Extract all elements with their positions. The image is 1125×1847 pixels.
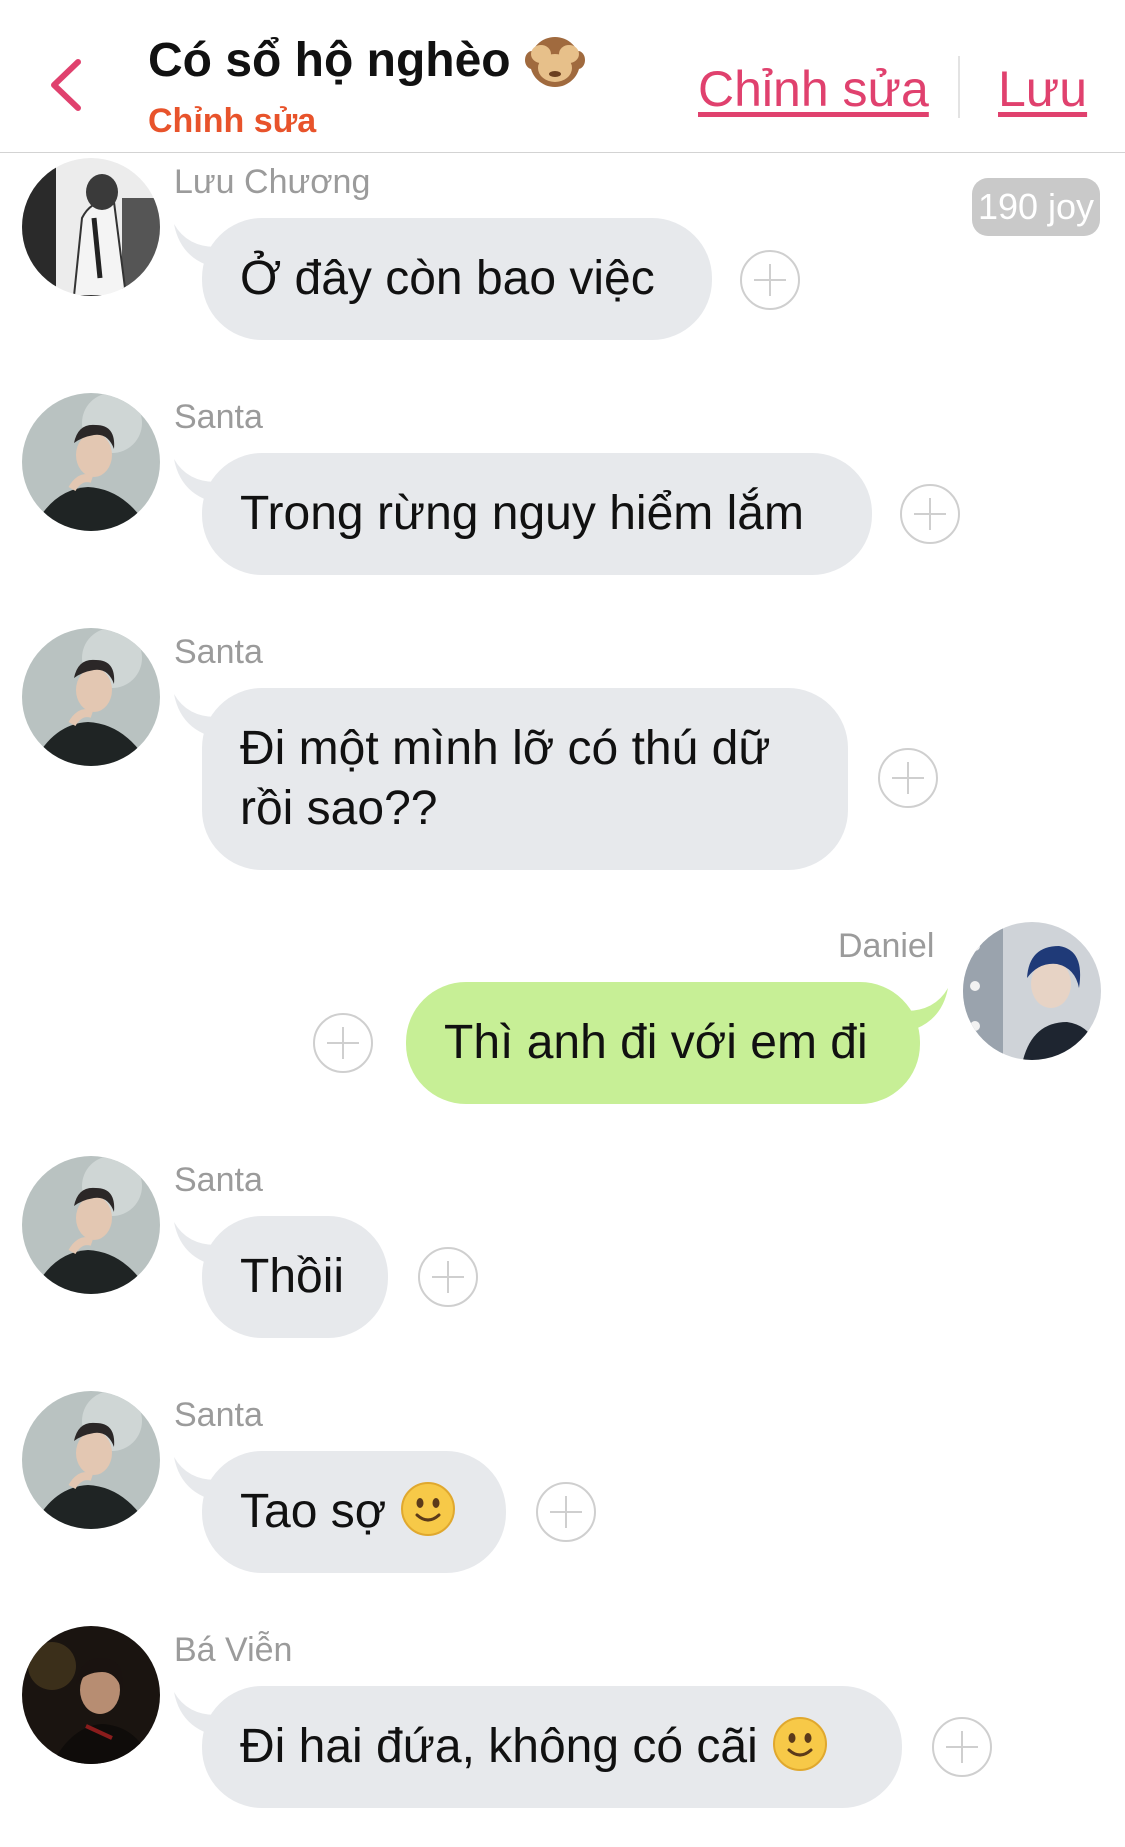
slightly-smiling-face-icon [772,1696,828,1771]
chat-header: Có sổ hộ nghèo Chỉnh sửa Chỉnh sửa Lưu [0,0,1125,153]
add-reaction-button[interactable] [932,1717,992,1777]
avatar-luu-chuong[interactable] [22,158,160,296]
avatar-santa[interactable] [22,1156,160,1294]
sender-name: Santa [174,1396,263,1434]
add-reaction-button[interactable] [313,1013,373,1073]
sender-name: Santa [174,1161,263,1199]
sender-name: Santa [174,633,263,671]
message-text-line: Đi một mình lỡ có thú dữ [240,722,771,775]
joy-badge: 190 joy [972,178,1100,236]
avatar-santa[interactable] [22,1391,160,1529]
message-text: Đi hai đứa, không có cãi [240,1720,758,1773]
back-chevron-icon[interactable] [44,56,92,114]
message-bubble: Thồii [202,1216,388,1338]
message-text: Thì anh đi với em đi [444,1016,868,1069]
message-bubble: Thì anh đi với em đi [406,982,920,1104]
avatar-santa[interactable] [22,393,160,531]
edit-button[interactable]: Chỉnh sửa [698,60,929,118]
slightly-smiling-face-icon [400,1461,456,1536]
message-text-line: rồi sao?? [240,782,438,835]
chat-title: Có sổ hộ nghèo [148,30,587,90]
see-no-evil-monkey-icon [523,30,587,90]
message-text: Ở đây còn bao việc [240,252,655,305]
sender-name: Bá Viễn [174,1631,293,1669]
add-reaction-button[interactable] [536,1482,596,1542]
chat-title-text: Có sổ hộ nghèo [148,33,511,87]
add-reaction-button[interactable] [878,748,938,808]
message-bubble: Ở đây còn bao việc [202,218,712,340]
sender-name: Daniel [838,927,935,965]
message-bubble: Tao sợ [202,1451,506,1573]
message-text: Trong rừng nguy hiểm lắm [240,487,804,540]
message-bubble: Đi một mình lỡ có thú dữ rồi sao?? [202,688,848,870]
avatar-daniel[interactable] [963,922,1101,1060]
avatar-ba-vien[interactable] [22,1626,160,1764]
message-bubble: Đi hai đứa, không có cãi [202,1686,902,1808]
sender-name: Santa [174,398,263,436]
sender-name: Lưu Chương [174,163,371,201]
header-divider [958,56,960,118]
add-reaction-button[interactable] [900,484,960,544]
message-text: Thồii [240,1250,345,1303]
avatar-santa[interactable] [22,628,160,766]
add-reaction-button[interactable] [740,250,800,310]
save-button[interactable]: Lưu [998,60,1087,118]
chat-subtitle-edit[interactable]: Chỉnh sửa [148,102,316,141]
message-text: Tao sợ [240,1485,387,1538]
add-reaction-button[interactable] [418,1247,478,1307]
message-bubble: Trong rừng nguy hiểm lắm [202,453,872,575]
